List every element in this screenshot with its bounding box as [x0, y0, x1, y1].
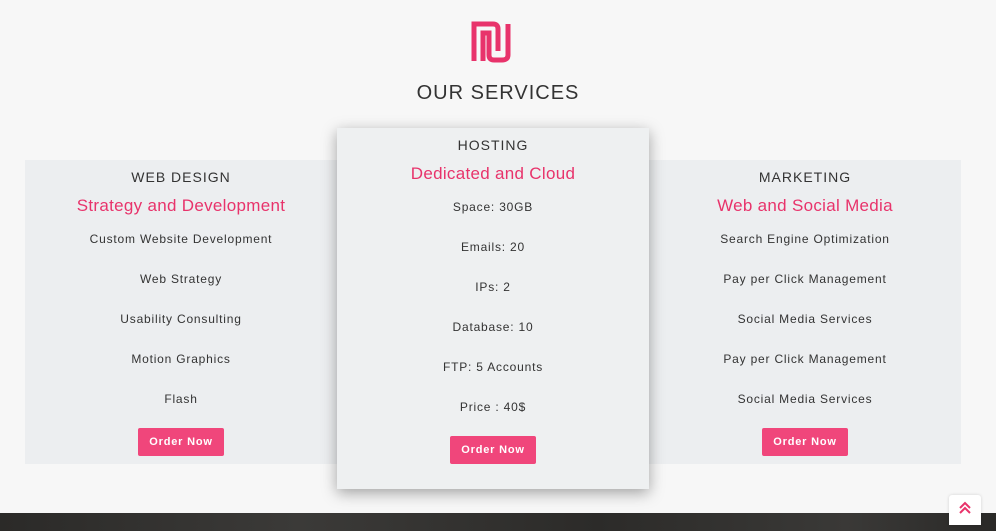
feature-item: Social Media Services: [737, 392, 873, 406]
card-subtitle: Web and Social Media: [717, 196, 893, 215]
brand-logo-icon: [471, 21, 511, 63]
feature-item: Flash: [164, 392, 198, 406]
feature-item: IPs: 2: [475, 280, 511, 294]
order-now-button[interactable]: Order Now: [138, 428, 224, 456]
section-title: OUR SERVICES: [416, 82, 580, 104]
service-card-marketing: MARKETING Web and Social Media Search En…: [649, 160, 961, 464]
feature-item: Space: 30GB: [452, 200, 534, 214]
feature-item: Motion Graphics: [131, 352, 231, 366]
feature-item: Custom Website Development: [89, 232, 273, 246]
feature-list: Custom Website Development Web Strategy …: [25, 232, 337, 432]
feature-item: Emails: 20: [460, 240, 526, 254]
order-now-button[interactable]: Order Now: [762, 428, 848, 456]
card-title: MARKETING: [758, 169, 852, 185]
card-title: WEB DESIGN: [131, 169, 231, 185]
card-title: HOSTING: [457, 137, 529, 153]
feature-item: Social Media Services: [737, 312, 873, 326]
feature-item: Usability Consulting: [120, 312, 242, 326]
double-chevron-up-icon: [957, 500, 973, 521]
footer-background: [0, 513, 996, 531]
feature-list: Search Engine Optimization Pay per Click…: [649, 232, 961, 432]
feature-item: Pay per Click Management: [723, 272, 887, 286]
feature-item: Web Strategy: [139, 272, 223, 286]
feature-list: Space: 30GB Emails: 20 IPs: 2 Database: …: [337, 200, 649, 440]
feature-item: Pay per Click Management: [723, 352, 887, 366]
feature-item: Price : 40$: [459, 400, 527, 414]
card-subtitle: Strategy and Development: [76, 196, 286, 215]
feature-item: Database: 10: [452, 320, 534, 334]
feature-item: FTP: 5 Accounts: [442, 360, 544, 374]
scroll-to-top-button[interactable]: [949, 495, 981, 525]
service-card-hosting: HOSTING Dedicated and Cloud Space: 30GB …: [337, 128, 649, 489]
card-subtitle: Dedicated and Cloud: [410, 164, 576, 183]
order-now-button[interactable]: Order Now: [450, 436, 536, 464]
service-card-web-design: WEB DESIGN Strategy and Development Cust…: [25, 160, 337, 464]
feature-item: Search Engine Optimization: [720, 232, 890, 246]
